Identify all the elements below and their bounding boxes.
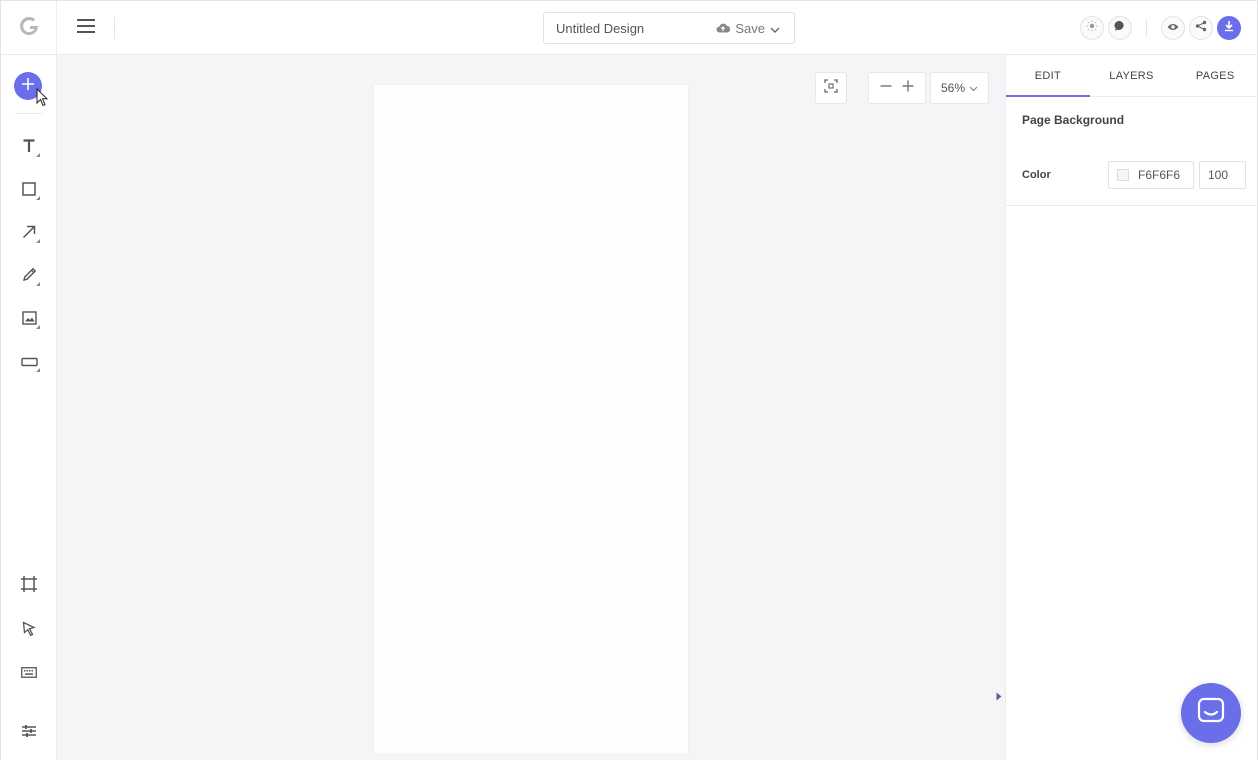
- submenu-indicator: [36, 325, 40, 329]
- sliders-icon: [21, 723, 37, 744]
- frame-icon: [20, 575, 38, 598]
- chevron-down-icon: [770, 21, 780, 36]
- zoom-in-button[interactable]: [902, 79, 914, 97]
- download-icon: [1223, 19, 1235, 37]
- save-button[interactable]: Save: [716, 21, 780, 36]
- color-swatch[interactable]: [1117, 169, 1129, 181]
- draw-tool[interactable]: [14, 262, 44, 292]
- zoom-controls: [868, 72, 926, 104]
- frame-tool[interactable]: [14, 571, 44, 601]
- left-toolbar: [1, 55, 57, 760]
- chat-icon: [1197, 697, 1225, 730]
- divider: [15, 113, 43, 114]
- color-hex-value: F6F6F6: [1138, 168, 1181, 182]
- pencil-icon: [22, 267, 37, 287]
- focus-frame-icon: [824, 78, 838, 98]
- document-title-field[interactable]: Untitled Design: [556, 21, 716, 36]
- properties-panel: EDIT LAYERS PAGES Page Background Color …: [1005, 55, 1258, 760]
- panel-tabs: EDIT LAYERS PAGES: [1006, 55, 1257, 97]
- support-chat-button[interactable]: [1181, 683, 1241, 743]
- share-button[interactable]: [1189, 16, 1213, 40]
- theme-toggle-button[interactable]: [1080, 16, 1104, 40]
- opacity-field[interactable]: 100: [1199, 161, 1246, 189]
- keyboard-shortcuts-button[interactable]: [14, 659, 44, 689]
- mouse-pointer-icon: [36, 87, 49, 112]
- submenu-indicator: [36, 239, 40, 243]
- submenu-indicator: [36, 368, 40, 372]
- eye-icon: [1167, 19, 1179, 37]
- download-button[interactable]: [1217, 16, 1241, 40]
- plus-icon: [21, 77, 35, 96]
- submenu-indicator: [36, 153, 40, 157]
- comments-button[interactable]: [1108, 16, 1132, 40]
- select-tool[interactable]: [14, 616, 44, 646]
- button-shape-icon: [20, 354, 38, 372]
- zoom-out-button[interactable]: [880, 79, 892, 97]
- button-tool[interactable]: [14, 348, 44, 378]
- shape-tool[interactable]: [14, 176, 44, 206]
- fit-to-screen-button[interactable]: [815, 72, 847, 104]
- text-icon: [22, 138, 36, 158]
- divider: [1146, 19, 1147, 37]
- preview-button[interactable]: [1161, 16, 1185, 40]
- header-actions: [1080, 15, 1241, 41]
- keyboard-icon: [21, 665, 37, 683]
- design-page[interactable]: [373, 84, 689, 755]
- main-menu-button[interactable]: [71, 13, 101, 43]
- adjustments-button[interactable]: [14, 718, 44, 748]
- share-icon: [1195, 19, 1207, 37]
- submenu-indicator: [36, 282, 40, 286]
- top-bar: Untitled Design Save: [1, 1, 1257, 55]
- zoom-level-value: 56%: [940, 81, 966, 95]
- comment-icon: [1114, 19, 1126, 37]
- opacity-value: 100: [1208, 168, 1229, 182]
- rectangle-icon: [22, 181, 36, 201]
- hamburger-menu-icon: [77, 18, 95, 38]
- g-logo-icon: [18, 15, 40, 42]
- arrow-icon: [22, 225, 36, 244]
- arrow-tool[interactable]: [14, 219, 44, 249]
- logo[interactable]: [1, 1, 57, 55]
- tab-layers[interactable]: LAYERS: [1090, 55, 1174, 96]
- background-color-row: Color F6F6F6 100: [1022, 161, 1246, 189]
- submenu-indicator: [36, 196, 40, 200]
- canvas-area[interactable]: 56%: [57, 55, 1005, 760]
- image-icon: [21, 310, 37, 330]
- toggle-panel-button[interactable]: [996, 688, 1002, 706]
- image-tool[interactable]: [14, 305, 44, 335]
- section-title: Page Background: [1022, 113, 1125, 127]
- cloud-icon: [716, 21, 731, 36]
- color-picker-field[interactable]: F6F6F6: [1108, 161, 1194, 189]
- save-label: Save: [735, 20, 765, 36]
- document-title-box: Untitled Design Save: [543, 12, 795, 44]
- chevron-down-icon: [969, 81, 978, 95]
- pointer-icon: [22, 620, 36, 642]
- color-label: Color: [1022, 169, 1051, 181]
- tab-edit[interactable]: EDIT: [1006, 55, 1090, 97]
- tab-pages[interactable]: PAGES: [1173, 55, 1257, 96]
- zoom-level-dropdown[interactable]: 56%: [930, 72, 989, 104]
- sun-icon: [1086, 19, 1098, 37]
- caret-right-icon: [996, 688, 1002, 705]
- text-tool[interactable]: [14, 133, 44, 163]
- divider: [114, 17, 115, 39]
- divider: [1006, 205, 1258, 206]
